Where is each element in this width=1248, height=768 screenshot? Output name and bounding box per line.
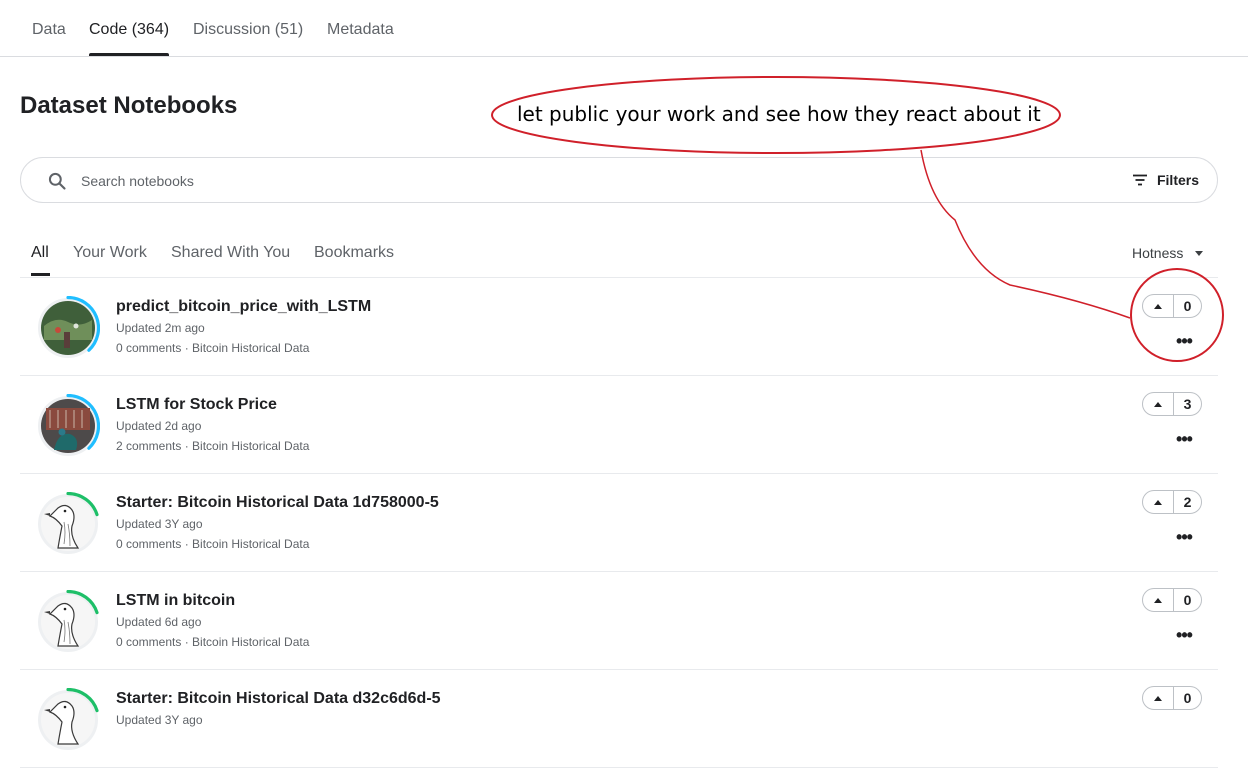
search-icon [48, 172, 66, 190]
filter-lines-icon [1132, 174, 1147, 186]
annotation-text: let public your work and see how they re… [517, 102, 1041, 126]
vote-count: 0 [1183, 592, 1192, 608]
tab-all[interactable]: All [31, 244, 49, 262]
upvote-button[interactable] [1143, 589, 1174, 611]
notebook-row[interactable]: Starter: Bitcoin Historical Data 1d75800… [20, 474, 1218, 572]
sort-label: Hotness [1132, 245, 1184, 261]
notebook-row[interactable]: predict_bitcoin_price_with_LSTM Updated … [20, 278, 1218, 376]
author-avatar[interactable] [36, 492, 100, 556]
upvote-widget: 2 [1142, 490, 1202, 514]
tab-metadata[interactable]: Metadata [327, 21, 394, 39]
upvote-button[interactable] [1143, 687, 1174, 709]
notebook-updated: Updated 3Y ago [116, 713, 203, 727]
more-horiz-icon: ••• [1176, 331, 1193, 351]
notebook-filter-tabs: All Your Work Shared With You Bookmarks … [0, 240, 1248, 276]
upvote-widget: 0 [1142, 294, 1202, 318]
notebook-updated: Updated 2m ago [116, 321, 205, 335]
upvote-button[interactable] [1143, 295, 1174, 317]
caret-down-icon [1195, 250, 1204, 256]
avatar-goose-sketch [38, 688, 99, 750]
active-subtab-indicator [31, 273, 50, 276]
notebook-row[interactable]: LSTM in bitcoin Updated 6d ago 0 comment… [20, 572, 1218, 670]
dataset-tabs: Data Code (364) Discussion (51) Metadata [0, 0, 1248, 57]
notebook-title[interactable]: LSTM in bitcoin [116, 592, 235, 610]
vote-count: 0 [1183, 298, 1192, 314]
arrow-up-icon [1154, 499, 1162, 505]
avatar-goose-sketch [38, 492, 99, 554]
author-avatar[interactable] [36, 296, 100, 360]
tab-data[interactable]: Data [32, 21, 66, 39]
upvote-widget: 3 [1142, 392, 1202, 416]
more-options-button[interactable]: ••• [1172, 332, 1196, 352]
filters-label: Filters [1156, 172, 1199, 188]
search-bar: Filters [20, 157, 1218, 203]
more-options-button[interactable]: ••• [1172, 528, 1196, 548]
avatar-photo-peacock [38, 394, 100, 456]
more-options-button[interactable]: ••• [1172, 430, 1196, 450]
notebook-updated: Updated 2d ago [116, 419, 202, 433]
notebook-row[interactable]: LSTM for Stock Price Updated 2d ago 2 co… [20, 376, 1218, 474]
notebook-updated: Updated 6d ago [116, 615, 202, 629]
notebook-title[interactable]: LSTM for Stock Price [116, 396, 277, 414]
notebook-updated: Updated 3Y ago [116, 517, 203, 531]
notebook-list: predict_bitcoin_price_with_LSTM Updated … [20, 278, 1218, 768]
upvote-widget: 0 [1142, 686, 1202, 710]
vote-count: 3 [1183, 396, 1192, 412]
avatar-photo-greenery [38, 296, 100, 358]
upvote-button[interactable] [1143, 491, 1174, 513]
avatar-goose-sketch [38, 590, 99, 652]
arrow-up-icon [1154, 597, 1162, 603]
notebook-meta: 0 comments · Bitcoin Historical Data [116, 341, 310, 355]
arrow-up-icon [1154, 401, 1162, 407]
author-avatar[interactable] [36, 688, 100, 752]
tab-shared-with-you[interactable]: Shared With You [171, 244, 290, 262]
search-input[interactable] [79, 168, 983, 194]
author-avatar[interactable] [36, 590, 100, 654]
vote-count: 0 [1183, 690, 1192, 706]
upvote-widget: 0 [1142, 588, 1202, 612]
upvote-button[interactable] [1143, 393, 1174, 415]
arrow-up-icon [1154, 695, 1162, 701]
more-options-button[interactable]: ••• [1172, 626, 1196, 646]
notebook-meta: 0 comments · Bitcoin Historical Data [116, 635, 310, 649]
arrow-up-icon [1154, 303, 1162, 309]
more-horiz-icon: ••• [1176, 429, 1193, 449]
notebook-meta: 2 comments · Bitcoin Historical Data [116, 439, 310, 453]
tab-code[interactable]: Code (364) [89, 21, 169, 39]
notebook-title[interactable]: Starter: Bitcoin Historical Data d32c6d6… [116, 690, 441, 708]
tab-bookmarks[interactable]: Bookmarks [314, 244, 394, 262]
vote-count: 2 [1183, 494, 1192, 510]
notebook-title[interactable]: Starter: Bitcoin Historical Data 1d75800… [116, 494, 439, 512]
filters-button[interactable]: Filters [1131, 171, 1199, 189]
sort-dropdown[interactable]: Hotness [1132, 245, 1204, 261]
author-avatar[interactable] [36, 394, 100, 458]
notebook-row[interactable]: Starter: Bitcoin Historical Data d32c6d6… [20, 670, 1218, 768]
notebook-title[interactable]: predict_bitcoin_price_with_LSTM [116, 298, 371, 316]
active-tab-indicator [89, 53, 169, 56]
page-title: Dataset Notebooks [20, 92, 238, 119]
notebook-meta: 0 comments · Bitcoin Historical Data [116, 537, 310, 551]
more-horiz-icon: ••• [1176, 625, 1193, 645]
tab-your-work[interactable]: Your Work [73, 244, 147, 262]
more-horiz-icon: ••• [1176, 527, 1193, 547]
tab-discussion[interactable]: Discussion (51) [193, 21, 303, 39]
